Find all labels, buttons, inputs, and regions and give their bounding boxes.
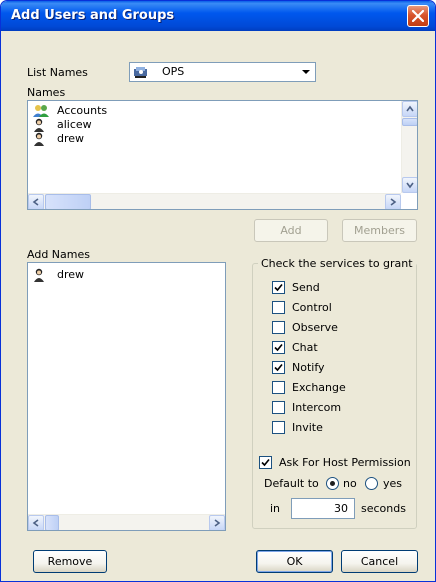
checkbox-box[interactable] xyxy=(272,421,285,434)
scroll-thumb[interactable] xyxy=(45,515,59,530)
list-names-selected: OPS xyxy=(162,65,185,78)
add-names-horizontal-scrollbar[interactable] xyxy=(28,514,225,530)
checkbox-box[interactable] xyxy=(272,281,285,294)
checkbox-box[interactable] xyxy=(272,301,285,314)
members-button[interactable]: Members xyxy=(342,219,417,242)
chevron-left-icon xyxy=(32,198,39,206)
chevron-right-icon xyxy=(214,519,221,527)
radio-yes[interactable] xyxy=(365,477,378,490)
add-button[interactable]: Add xyxy=(254,219,328,242)
check-icon xyxy=(274,283,283,292)
user-icon xyxy=(34,132,44,146)
names-list[interactable]: Accounts alicew drew xyxy=(27,100,418,210)
in-label: in xyxy=(270,502,281,515)
names-horizontal-scrollbar[interactable] xyxy=(28,193,401,209)
window-title: Add Users and Groups xyxy=(11,8,175,23)
user-icon xyxy=(34,118,44,132)
default-to-label: Default to xyxy=(264,477,319,490)
names-vertical-scrollbar[interactable] xyxy=(401,101,417,193)
names-label: Names xyxy=(27,86,66,99)
scroll-right-button[interactable] xyxy=(385,194,401,209)
scroll-thumb[interactable] xyxy=(402,118,417,126)
scroll-up-button[interactable] xyxy=(402,101,417,117)
scroll-left-button[interactable] xyxy=(28,194,44,209)
scroll-left-button[interactable] xyxy=(28,515,44,530)
list-names-dropdown[interactable]: OPS xyxy=(129,62,316,82)
scroll-down-button[interactable] xyxy=(402,177,417,193)
chevron-down-icon xyxy=(406,182,414,189)
chevron-up-icon xyxy=(406,105,414,112)
seconds-input[interactable]: 30 xyxy=(291,498,355,519)
add-users-dialog: Add Users and Groups List Names OPS Name… xyxy=(0,0,436,582)
check-icon xyxy=(274,363,283,372)
checkbox-box[interactable] xyxy=(272,341,285,354)
group-icon xyxy=(33,105,49,117)
chevron-right-icon xyxy=(390,198,397,206)
radio-no-label: no xyxy=(343,477,357,490)
checkbox-box[interactable] xyxy=(272,321,285,334)
title-bar[interactable]: Add Users and Groups xyxy=(1,1,435,31)
group-list-icon xyxy=(134,67,147,78)
seconds-label: seconds xyxy=(361,502,406,515)
checkbox-box[interactable] xyxy=(272,361,285,374)
user-icon xyxy=(34,268,44,282)
radio-no[interactable] xyxy=(326,477,339,490)
radio-yes-label: yes xyxy=(383,477,403,490)
chevron-down-icon[interactable] xyxy=(298,64,314,80)
ok-button[interactable]: OK xyxy=(256,550,333,573)
scroll-thumb[interactable] xyxy=(45,194,91,209)
add-names-list[interactable]: drew xyxy=(27,262,226,531)
radio-dot xyxy=(330,481,335,486)
services-group-title: Check the services to grant xyxy=(258,257,416,270)
checkbox-box[interactable] xyxy=(272,401,285,414)
scroll-right-button[interactable] xyxy=(209,515,225,530)
check-icon xyxy=(261,458,270,467)
remove-button[interactable]: Remove xyxy=(33,550,107,573)
cancel-button[interactable]: Cancel xyxy=(341,550,418,573)
check-icon xyxy=(274,343,283,352)
checkbox-box[interactable] xyxy=(259,456,272,469)
checkbox-box[interactable] xyxy=(272,381,285,394)
close-icon xyxy=(412,10,424,22)
close-button[interactable] xyxy=(407,5,429,27)
add-names-label: Add Names xyxy=(27,248,90,261)
list-names-label: List Names xyxy=(27,66,88,79)
chevron-left-icon xyxy=(32,519,39,527)
